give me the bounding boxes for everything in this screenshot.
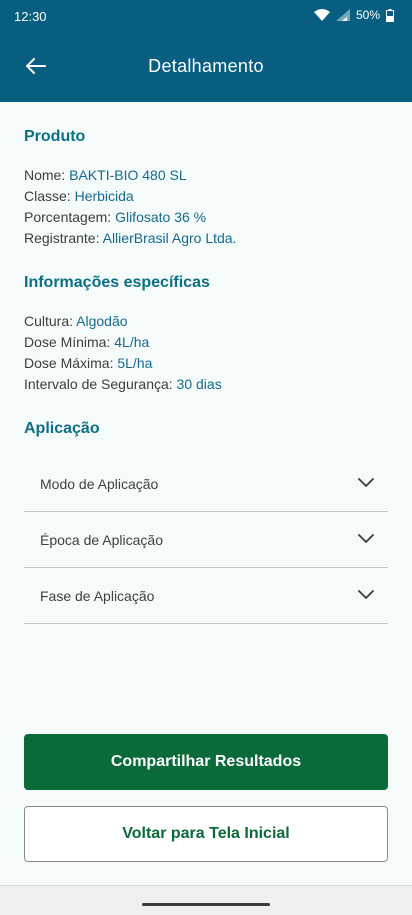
- field-value: 30 dias: [176, 376, 222, 392]
- field-label: Dose Mínima:: [24, 334, 115, 350]
- signal-icon: [335, 9, 350, 21]
- field-value: Glifosato 36 %: [115, 209, 207, 225]
- produto-section: Produto: [24, 128, 85, 146]
- field-label: Porcentagem:: [24, 209, 116, 225]
- wifi-icon: [313, 9, 330, 21]
- accordion-epoca-aplicacao[interactable]: Época de Aplicação: [24, 512, 388, 568]
- field-value: 5L/ha: [117, 355, 153, 371]
- especificas-title: Informações específicas: [24, 274, 210, 291]
- field-dose-minima: Dose Mínima: 4L/ha: [24, 332, 222, 353]
- accordion-fase-aplicacao[interactable]: Fase de Aplicação: [24, 568, 388, 624]
- aplicacao-section: Aplicação: [24, 420, 100, 438]
- chevron-down-icon[interactable]: [358, 475, 374, 493]
- system-nav-bar: [0, 885, 412, 915]
- field-dose-maxima: Dose Máxima: 5L/ha: [24, 353, 222, 374]
- accordion-label: Época de Aplicação: [40, 531, 163, 548]
- share-results-button[interactable]: Compartilhar Resultados: [24, 734, 388, 790]
- chevron-down-icon[interactable]: [358, 531, 374, 549]
- produto-fields: Nome: BAKTI-BIO 480 SL Classe: Herbicida…: [24, 165, 236, 249]
- field-value: BAKTI-BIO 480 SL: [69, 167, 187, 183]
- battery-icon: [386, 8, 394, 22]
- field-value: 4L/ha: [114, 334, 150, 350]
- accordion-modo-aplicacao[interactable]: Modo de Aplicação: [24, 456, 388, 512]
- field-label: Intervalo de Segurança:: [24, 376, 177, 392]
- field-label: Nome:: [24, 167, 70, 183]
- field-label: Classe:: [24, 188, 75, 204]
- status-icons: 50%: [313, 8, 394, 22]
- aplicacao-title: Aplicação: [24, 420, 100, 437]
- field-porcentagem: Porcentagem: Glifosato 36 %: [24, 207, 236, 228]
- aplicacao-accordion: Modo de Aplicação Época de Aplicação Fas…: [24, 456, 388, 624]
- field-intervalo-seguranca: Intervalo de Segurança: 30 dias: [24, 374, 222, 395]
- especificas-fields: Cultura: Algodão Dose Mínima: 4L/ha Dose…: [24, 311, 222, 395]
- accordion-label: Modo de Aplicação: [40, 475, 159, 492]
- field-label: Dose Máxima:: [24, 355, 118, 371]
- chevron-down-icon[interactable]: [358, 587, 374, 605]
- field-value: Algodão: [76, 313, 128, 329]
- field-value: AllierBrasil Agro Ltda.: [102, 230, 237, 246]
- field-nome: Nome: BAKTI-BIO 480 SL: [24, 165, 236, 186]
- field-registrante: Registrante: AllierBrasil Agro Ltda.: [24, 228, 236, 249]
- field-value: Herbicida: [74, 188, 134, 204]
- app-bar: Detalhamento: [0, 32, 412, 102]
- field-label: Cultura:: [24, 313, 77, 329]
- field-classe: Classe: Herbicida: [24, 186, 236, 207]
- accordion-label: Fase de Aplicação: [40, 587, 155, 604]
- produto-title: Produto: [24, 128, 86, 145]
- field-label: Registrante:: [24, 230, 103, 246]
- status-time: 12:30: [14, 9, 47, 24]
- field-cultura: Cultura: Algodão: [24, 311, 222, 332]
- especificas-section: Informações específicas: [24, 274, 210, 292]
- status-bar: 12:30 50%: [0, 0, 412, 32]
- home-gesture-handle[interactable]: [142, 903, 270, 906]
- battery-percent: 50%: [355, 8, 380, 22]
- page-title: Detalhamento: [148, 56, 264, 76]
- back-home-button[interactable]: Voltar para Tela Inicial: [24, 806, 388, 862]
